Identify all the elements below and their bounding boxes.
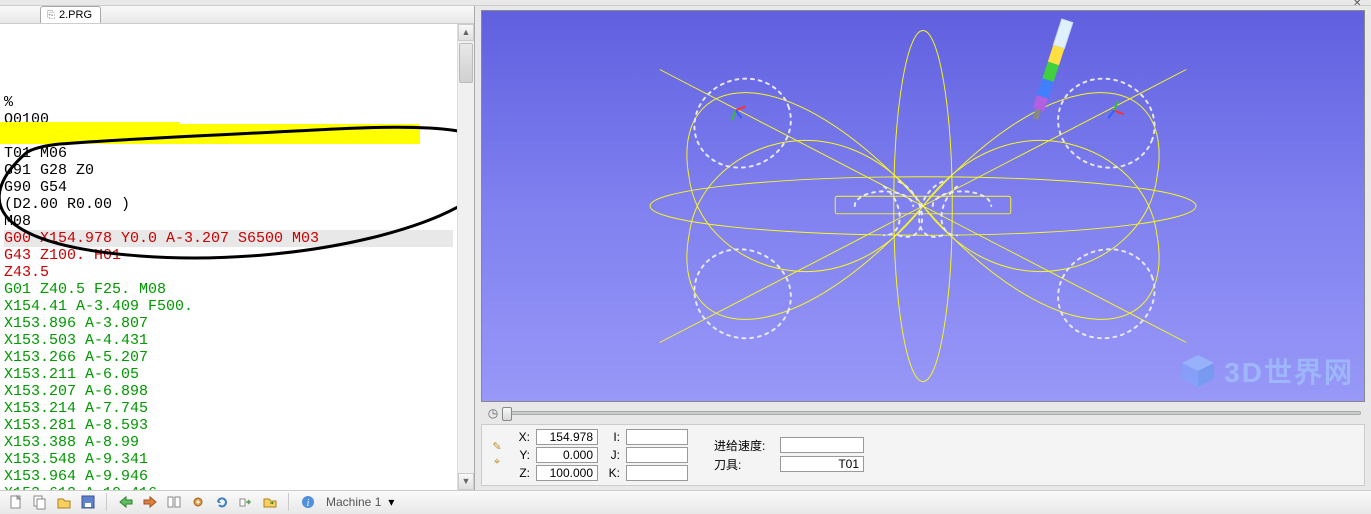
compare-icon[interactable] xyxy=(164,492,184,512)
label-j: J: xyxy=(604,448,620,462)
code-line[interactable]: G43 Z100. H01 xyxy=(4,247,453,264)
timeline-slider-row: ◷ xyxy=(475,404,1371,422)
save-icon[interactable] xyxy=(78,492,98,512)
value-z: 100.000 xyxy=(536,465,598,481)
open-icon[interactable] xyxy=(54,492,74,512)
code-line[interactable]: % xyxy=(4,94,453,111)
code-line[interactable]: X154.41 A-3.409 F500. xyxy=(4,298,453,315)
timeline-slider[interactable] xyxy=(507,411,1361,415)
value-x: 154.978 xyxy=(536,429,598,445)
code-line[interactable]: X153.612 A-10.416 xyxy=(4,485,453,490)
scroll-down-icon[interactable]: ▼ xyxy=(458,473,474,490)
code-line[interactable]: X153.388 A-8.99 xyxy=(4,434,453,451)
code-line[interactable]: Z43.5 xyxy=(4,264,453,281)
window-top-strip: ✕ xyxy=(0,0,1371,6)
value-i xyxy=(626,429,688,445)
label-feedrate: 进给速度: xyxy=(714,437,774,454)
code-line[interactable]: (D2.00 R0.00 ) xyxy=(4,196,453,213)
code-line[interactable]: X153.548 A-9.341 xyxy=(4,451,453,468)
scroll-thumb[interactable] xyxy=(459,43,473,83)
editor-tab-bar: ⎘ 2.PRG xyxy=(0,6,474,24)
code-line[interactable]: O0100 xyxy=(4,111,453,128)
value-j xyxy=(626,447,688,463)
coordinate-readout: ✎ ⌖ X: 154.978 I: Y: 0.000 J: Z: 100.000… xyxy=(481,424,1365,486)
timeline-thumb[interactable] xyxy=(502,407,512,421)
code-line[interactable]: X153.896 A-3.807 xyxy=(4,315,453,332)
editor-tab[interactable]: ⎘ 2.PRG xyxy=(40,6,101,23)
new-file-icon[interactable] xyxy=(6,492,26,512)
value-y: 0.000 xyxy=(536,447,598,463)
main-split: ⎘ 2.PRG %O0100G40 G49 G90 G54 G80T01 M06… xyxy=(0,6,1371,490)
code-line[interactable]: T01 M06 xyxy=(4,145,453,162)
send-icon[interactable] xyxy=(116,492,136,512)
label-i: I: xyxy=(604,430,620,444)
machine-label: Machine 1 xyxy=(326,495,381,509)
editor-scrollbar[interactable]: ▲ ▼ xyxy=(457,24,474,490)
origin-icon: ⌖ xyxy=(490,456,504,470)
code-wrap: %O0100G40 G49 G90 G54 G80T01 M06G91 G28 … xyxy=(0,24,474,490)
readout-icons: ✎ ⌖ xyxy=(490,440,504,470)
viewport-scene xyxy=(482,11,1364,401)
transfer-icon[interactable] xyxy=(236,492,256,512)
dropdown-icon[interactable]: ▾ xyxy=(385,492,397,512)
3d-viewport[interactable]: 3D世界网 xyxy=(481,10,1365,402)
code-line[interactable]: X153.964 A-9.946 xyxy=(4,468,453,485)
setup-icon[interactable] xyxy=(188,492,208,512)
code-panel: ⎘ 2.PRG %O0100G40 G49 G90 G54 G80T01 M06… xyxy=(0,6,475,490)
code-line[interactable]: X153.503 A-4.431 xyxy=(4,332,453,349)
panel-close-icon[interactable]: ✕ xyxy=(1353,0,1367,8)
code-line[interactable]: X153.211 A-6.05 xyxy=(4,366,453,383)
label-z: Z: xyxy=(514,466,530,480)
info-icon[interactable]: i xyxy=(298,492,318,512)
scroll-track[interactable] xyxy=(458,41,474,473)
refresh-icon[interactable] xyxy=(212,492,232,512)
code-line[interactable]: X153.266 A-5.207 xyxy=(4,349,453,366)
code-line[interactable]: G90 G54 xyxy=(4,179,453,196)
pin-icon: ⎘ xyxy=(47,10,55,21)
code-line[interactable]: X153.207 A-6.898 xyxy=(4,383,453,400)
receive-icon[interactable] xyxy=(140,492,160,512)
value-feedrate xyxy=(780,437,864,453)
value-k xyxy=(626,465,688,481)
code-line[interactable]: X153.214 A-7.745 xyxy=(4,400,453,417)
simulation-panel: 3D世界网 ◷ ✎ ⌖ X: 154.978 I: Y: 0.000 J: xyxy=(475,6,1371,490)
code-line[interactable]: G01 Z40.5 F25. M08 xyxy=(4,281,453,298)
copy-icon[interactable] xyxy=(30,492,50,512)
code-line[interactable]: G91 G28 Z0 xyxy=(4,162,453,179)
label-y: Y: xyxy=(514,448,530,462)
value-tool: T01 xyxy=(780,456,864,472)
code-line[interactable]: G00 X154.978 Y0.0 A-3.207 S6500 M03 xyxy=(4,230,453,247)
label-k: K: xyxy=(604,466,620,480)
clock-icon: ◷ xyxy=(485,405,501,421)
label-tool: 刀具: xyxy=(714,456,774,473)
code-line[interactable]: X153.281 A-8.593 xyxy=(4,417,453,434)
scroll-up-icon[interactable]: ▲ xyxy=(458,24,474,41)
label-x: X: xyxy=(514,430,530,444)
folder-send-icon[interactable] xyxy=(260,492,280,512)
code-line[interactable]: M08 xyxy=(4,213,453,230)
svg-text:i: i xyxy=(307,498,310,509)
tool-icon: ✎ xyxy=(490,440,504,454)
code-line[interactable]: G40 G49 G90 G54 G80 xyxy=(4,128,453,145)
gcode-editor[interactable]: %O0100G40 G49 G90 G54 G80T01 M06G91 G28 … xyxy=(0,24,457,490)
tab-label: 2.PRG xyxy=(59,9,92,21)
status-bar: i Machine 1 ▾ xyxy=(0,490,1371,514)
